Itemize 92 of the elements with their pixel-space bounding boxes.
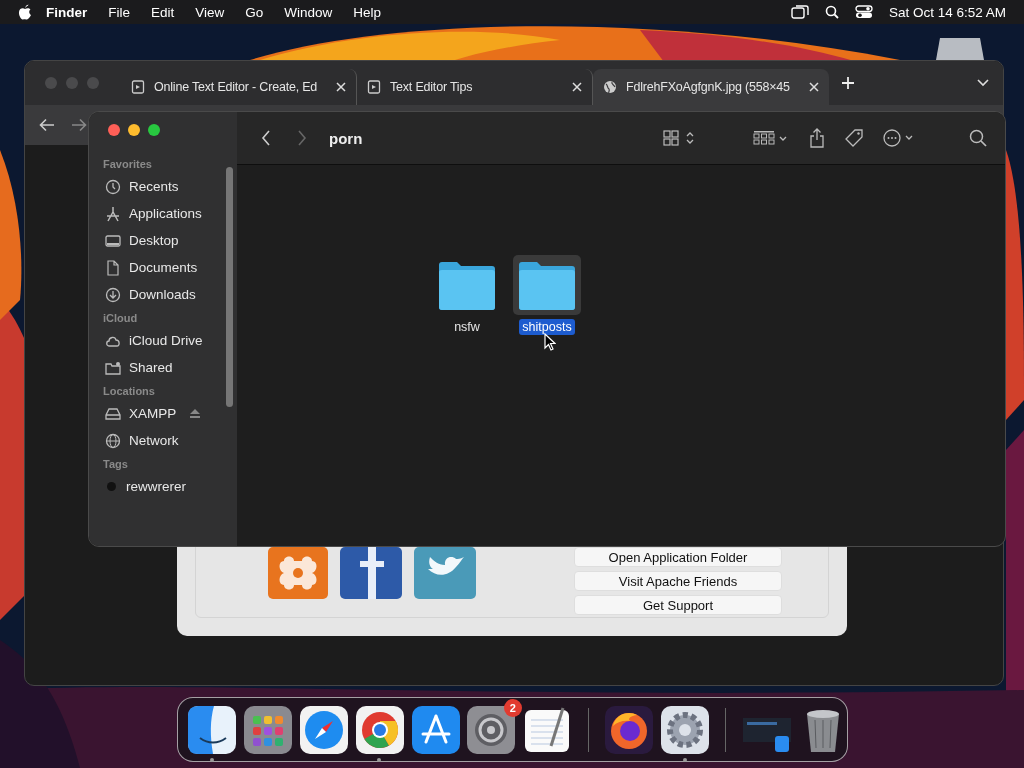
sidebar-heading: Locations	[103, 385, 156, 397]
window-control[interactable]	[128, 124, 140, 136]
apps-icon	[105, 205, 121, 222]
share-icon[interactable]	[809, 128, 825, 148]
bird-logo-icon[interactable]	[414, 547, 476, 599]
ring-browser-icon[interactable]	[355, 705, 404, 754]
forward-chevron-icon[interactable]	[297, 130, 307, 146]
folder-icon[interactable]	[513, 255, 581, 315]
panel-button[interactable]: Open Application Folder	[574, 547, 782, 567]
sidebar-label: XAMPP	[129, 406, 177, 421]
close-icon[interactable]	[809, 82, 819, 92]
close-icon[interactable]	[572, 82, 582, 92]
sidebar-label: rewwrerer	[126, 479, 186, 494]
eject-icon[interactable]	[190, 409, 200, 418]
sidebar-item[interactable]: Downloads	[89, 281, 237, 308]
panel-button[interactable]: Get Support	[574, 595, 782, 615]
sidebar-label: Network	[129, 433, 179, 448]
sidebar-item[interactable]: rewwrerer	[89, 473, 237, 500]
tab-title: Online Text Editor - Create, Ed	[154, 80, 319, 94]
sidebar-label: Recents	[129, 179, 179, 194]
tab-title: FdlrehFXoAgfgnK.jpg (558×45	[626, 80, 791, 94]
drive-icon	[105, 405, 121, 422]
window-control[interactable]	[108, 124, 120, 136]
plus-icon[interactable]	[841, 76, 855, 90]
finder-icon[interactable]	[188, 705, 237, 754]
sidebar-heading: iCloud	[103, 312, 139, 324]
back-arrow-icon[interactable]	[39, 118, 55, 132]
control-center-icon[interactable]	[854, 5, 873, 19]
clock-icon	[105, 178, 121, 195]
forward-arrow-icon[interactable]	[71, 118, 87, 132]
group-icon[interactable]	[753, 130, 789, 146]
globe-icon	[105, 432, 121, 449]
settings-icon[interactable]	[467, 705, 516, 754]
notepad-icon[interactable]	[523, 705, 572, 754]
shared-folder-icon	[105, 359, 121, 376]
menu-item[interactable]: Go	[245, 4, 264, 20]
sidebar-label: Shared	[129, 360, 173, 375]
sidebar-item[interactable]: Desktop	[89, 227, 237, 254]
menu-item[interactable]: Help	[353, 4, 382, 20]
sidebar-item[interactable]: iCloud Drive	[89, 327, 237, 354]
compass-icon[interactable]	[300, 705, 349, 754]
app-menu[interactable]: Finder	[46, 4, 88, 20]
fox-browser-icon[interactable]	[605, 705, 654, 754]
panel-button[interactable]: Visit Apache Friends	[574, 571, 782, 591]
sidebar-item[interactable]: Shared	[89, 354, 237, 381]
globe-icon	[603, 80, 617, 94]
sidebar-label: Downloads	[129, 287, 196, 302]
menu-item[interactable]: View	[195, 4, 225, 20]
icon-view-icon[interactable]	[663, 130, 695, 146]
cross-logo-icon[interactable]	[340, 547, 402, 599]
sidebar-item[interactable]: Network	[89, 427, 237, 454]
bone-logo-icon[interactable]	[268, 547, 328, 599]
sidebar-heading: Tags	[103, 458, 129, 470]
cursor-icon	[544, 333, 556, 351]
sidebar-item[interactable]: Applications	[89, 200, 237, 227]
notification-badge: 2	[503, 699, 522, 717]
app-grid-icon[interactable]	[244, 705, 293, 754]
tag-icon[interactable]	[845, 129, 863, 147]
tab-title: Text Editor Tips	[390, 80, 474, 94]
sidebar-label: Documents	[129, 260, 198, 275]
sidebar-label: Applications	[129, 206, 202, 221]
search-icon[interactable]	[824, 5, 839, 19]
sidebar-label: Desktop	[129, 233, 179, 248]
close-icon[interactable]	[336, 82, 346, 92]
back-chevron-icon[interactable]	[261, 130, 271, 146]
sidebar-label: iCloud Drive	[129, 333, 203, 348]
scroll-bar[interactable]	[226, 167, 233, 407]
document-icon	[105, 259, 121, 276]
menu-item[interactable]: Edit	[151, 4, 175, 20]
sidebar-item[interactable]: XAMPP	[89, 400, 237, 427]
browser-tab[interactable]: FdlrehFXoAgfgnK.jpg (558×45	[593, 69, 829, 105]
chevron-down-icon[interactable]	[977, 79, 989, 87]
desktop-icon	[105, 232, 121, 249]
app-store-icon[interactable]	[411, 705, 460, 754]
folder-title: porn	[329, 129, 363, 147]
sidebar-heading: Favorites	[103, 158, 153, 170]
sidebar-item[interactable]: Documents	[89, 254, 237, 281]
gear-icon[interactable]	[660, 705, 709, 754]
screen-mirroring-icon[interactable]	[790, 5, 809, 19]
clock[interactable]: Sat Oct 14 6:52 AM	[888, 4, 1006, 20]
menu-item[interactable]: File	[108, 4, 131, 20]
folder-name[interactable]: nsfw	[451, 319, 483, 335]
page-icon	[367, 80, 381, 94]
folder-name[interactable]: shitposts	[519, 319, 575, 335]
menu-item[interactable]: Window	[284, 4, 333, 20]
more-icon[interactable]	[883, 129, 915, 147]
download-icon	[105, 286, 121, 303]
page-icon	[131, 80, 145, 94]
window-control[interactable]	[148, 124, 160, 136]
search-icon[interactable]	[969, 129, 987, 147]
sidebar-item[interactable]: Recents	[89, 173, 237, 200]
apple-logo-icon[interactable]	[18, 4, 32, 20]
